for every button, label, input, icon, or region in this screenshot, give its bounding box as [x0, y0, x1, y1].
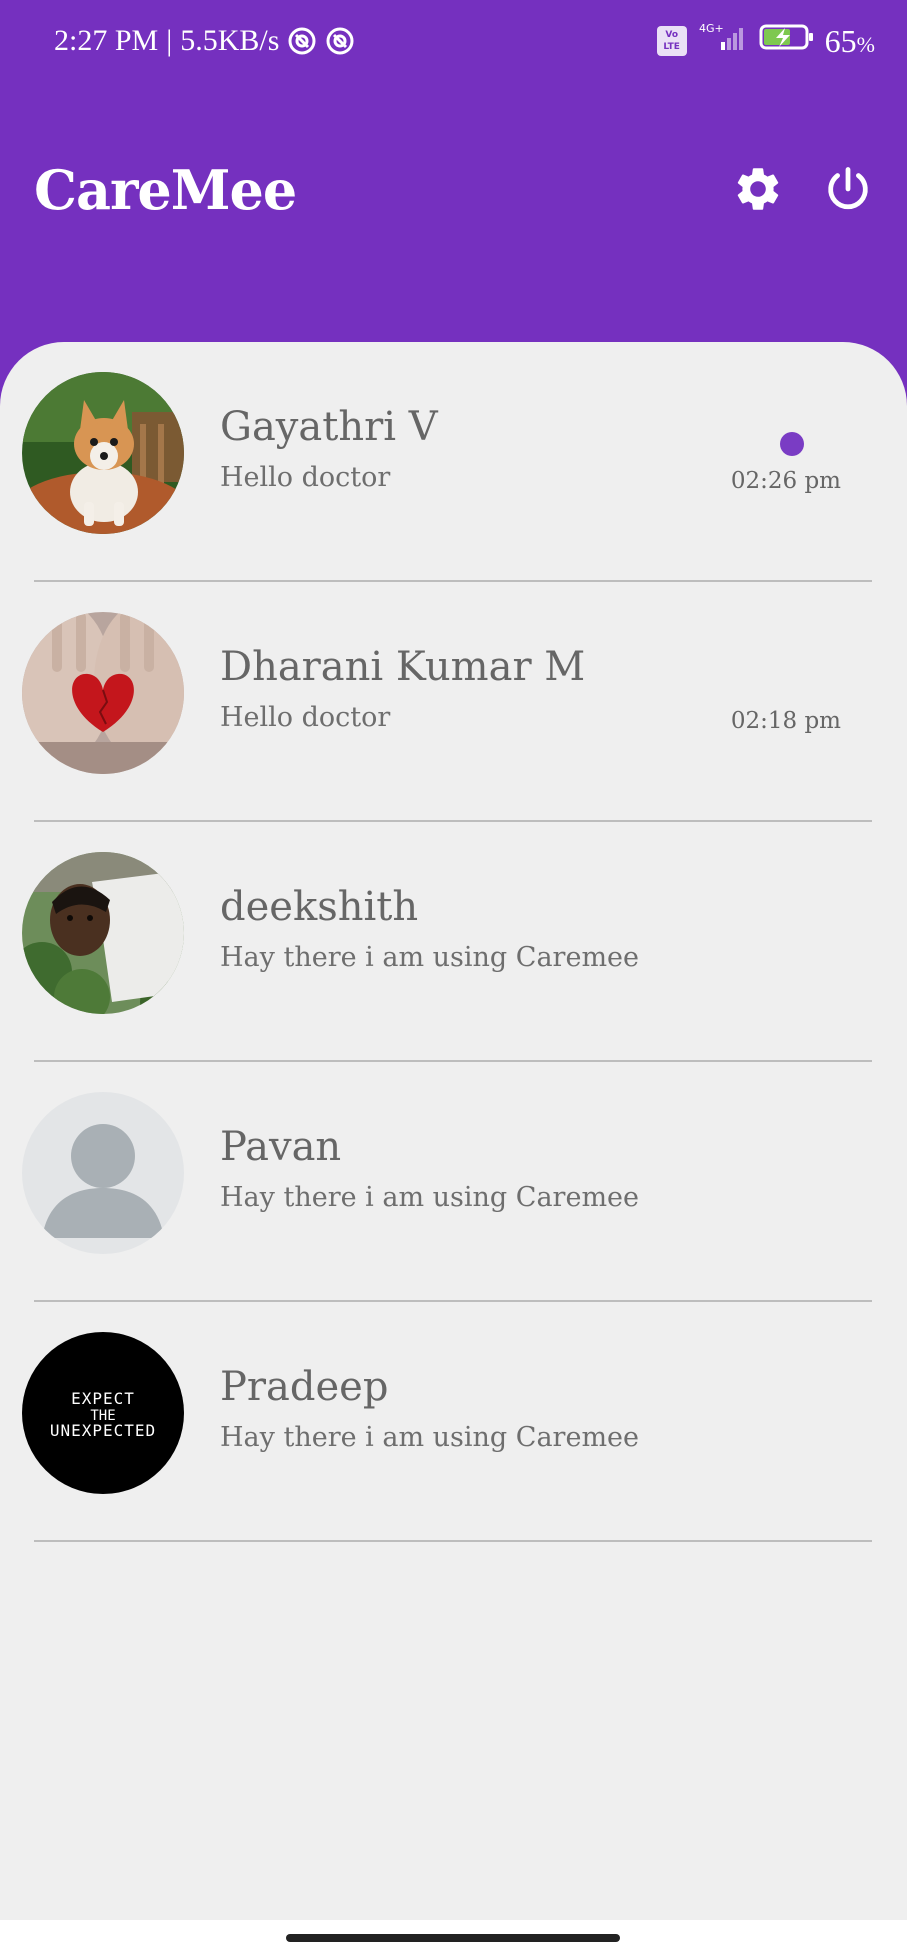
chat-last-message: Hay there i am using Caremee	[220, 1422, 640, 1453]
chat-last-message: Hello doctor	[220, 702, 391, 733]
chat-time: 02:18 pm	[730, 708, 841, 734]
status-separator: |	[166, 24, 173, 57]
volte-icon: Vo LTE	[656, 26, 687, 56]
home-indicator[interactable]	[286, 1934, 620, 1942]
gear-icon	[737, 168, 779, 210]
battery-percent: 65%	[824, 22, 875, 59]
avatar-person-photo	[22, 852, 184, 1014]
status-left: 2:27 PM | 5.5KB/s	[54, 20, 355, 62]
chat-last-message: Hay there i am using Caremee	[220, 942, 640, 973]
logout-button[interactable]	[819, 160, 877, 218]
chat-name: Pavan	[220, 1124, 342, 1170]
signal-icon: 4G+	[697, 22, 749, 60]
avatar-dog-photo	[22, 372, 184, 534]
chat-row-pavan[interactable]: Pavan Hay there i am using Caremee	[0, 1062, 907, 1302]
chat-time: 02:26 pm	[730, 468, 841, 494]
network-speed: 5.5KB/s	[180, 24, 280, 57]
app-title: CareMee	[34, 158, 297, 222]
chat-name: Gayathri V	[220, 404, 438, 450]
network-type-label: 4G+	[699, 22, 724, 35]
battery-charging-icon	[759, 22, 815, 60]
svg-text:EXPECT: EXPECT	[71, 1389, 135, 1408]
chat-row-deekshith[interactable]: deekshith Hay there i am using Caremee	[0, 822, 907, 1062]
chat-row-gayathri[interactable]: Gayathri V Hello doctor 02:26 pm	[0, 342, 907, 582]
svg-text:UNEXPECTED: UNEXPECTED	[50, 1421, 156, 1440]
chat-list: Gayathri V Hello doctor 02:26 pm Dharani…	[0, 342, 907, 1920]
status-right: Vo LTE 4G+ 65%	[656, 22, 875, 60]
chat-name: Dharani Kumar M	[220, 644, 586, 690]
sync-icon	[325, 26, 355, 56]
status-bar: 2:27 PM | 5.5KB/s Vo LTE 4G+ 65%	[0, 0, 907, 84]
divider	[34, 1540, 872, 1542]
chat-row-pradeep[interactable]: EXPECT THE UNEXPECTED Pradeep Hay there …	[0, 1302, 907, 1542]
chat-name: Pradeep	[220, 1364, 389, 1410]
data-saver-icon	[287, 26, 317, 56]
chat-last-message: Hay there i am using Caremee	[220, 1182, 640, 1213]
default-avatar-icon	[22, 1092, 184, 1254]
avatar-heart-photo	[22, 612, 184, 774]
chat-name: deekshith	[220, 884, 419, 930]
status-time: 2:27 PM	[54, 24, 159, 57]
chat-row-dharani[interactable]: Dharani Kumar M Hello doctor 02:18 pm	[0, 582, 907, 822]
header-actions	[729, 160, 877, 218]
settings-button[interactable]	[729, 160, 787, 218]
avatar-expect-the-unexpected: EXPECT THE UNEXPECTED	[22, 1332, 184, 1494]
chat-last-message: Hello doctor	[220, 462, 391, 493]
power-icon	[828, 167, 868, 210]
system-nav-bar	[0, 1920, 907, 1957]
unread-indicator	[780, 432, 804, 456]
